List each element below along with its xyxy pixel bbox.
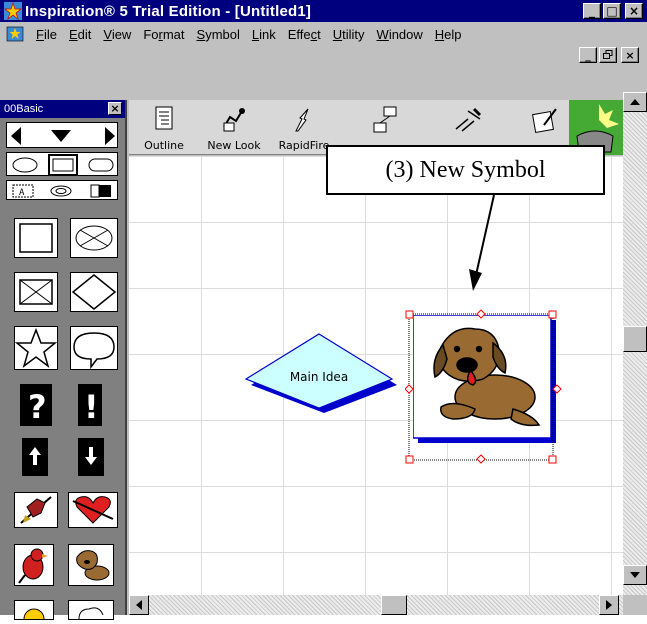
diamond-shape[interactable] [70, 272, 118, 312]
new-symbol-callout: (3) New Symbol [326, 145, 605, 195]
exclamation-symbol[interactable]: ! [78, 384, 102, 426]
doc-restore-button[interactable] [599, 47, 617, 63]
autumn-leaf-symbol[interactable] [14, 492, 58, 528]
main-idea-label[interactable]: Main Idea [262, 370, 376, 384]
close-button[interactable]: × [625, 3, 643, 19]
menu-item[interactable]: Edit [63, 27, 97, 42]
menu-item[interactable]: File [30, 27, 63, 42]
star-shape[interactable] [14, 326, 58, 370]
palette-navigation[interactable] [6, 122, 118, 148]
tool-label: Outline [144, 139, 184, 152]
horizontal-scroll-thumb[interactable] [381, 595, 407, 615]
vertical-scroll-thumb[interactable] [623, 326, 647, 352]
rapidfire-icon [295, 108, 309, 132]
callout-arrow [469, 195, 495, 291]
doc-minimize-button[interactable]: _ [579, 47, 597, 63]
speech-bubble-shape[interactable] [70, 326, 118, 370]
menu-item[interactable]: Effect [282, 27, 327, 42]
scroll-left-button[interactable] [129, 595, 149, 615]
menu-item[interactable]: Format [137, 27, 190, 42]
outline-button[interactable]: Outline [129, 100, 199, 155]
question-symbol[interactable]: ? [20, 384, 52, 426]
palette-title: 00Basic [4, 103, 44, 115]
horizontal-scrollbar[interactable] [129, 595, 623, 615]
heart-symbol[interactable] [68, 492, 118, 528]
app-window: Inspiration® 5 Trial Edition - [Untitled… [0, 0, 647, 624]
menu-bar: File Edit View Format Symbol Link Effect Utilit… [0, 22, 647, 46]
palette-shapes-row[interactable] [6, 152, 118, 176]
svg-text:!: ! [84, 388, 99, 425]
down-arrow-symbol[interactable] [78, 438, 104, 476]
palette-small-shapes[interactable]: A [6, 180, 118, 200]
tool-label: RapidFire [278, 139, 330, 152]
red-bird-symbol[interactable] [14, 544, 54, 586]
vertical-scrollbar[interactable] [623, 92, 647, 595]
menu-item[interactable]: Link [246, 27, 282, 42]
new-look-button[interactable]: New Look [199, 100, 269, 155]
maximize-button[interactable]: □ [603, 3, 621, 19]
svg-text:A: A [19, 188, 25, 198]
svg-text:?: ? [28, 388, 47, 425]
doc-close-button[interactable]: × [621, 47, 639, 63]
scroll-right-button[interactable] [599, 595, 619, 615]
symbol-palette: 00Basic × A ? ! [0, 100, 127, 624]
tool-label: New Look [207, 139, 261, 152]
outline-icon [155, 106, 173, 130]
window-title: Inspiration® 5 Trial Edition - [Untitled… [25, 2, 312, 20]
title-bar: Inspiration® 5 Trial Edition - [Untitled… [0, 0, 647, 22]
up-arrow-symbol[interactable] [22, 438, 48, 476]
crossed-rectangle-shape[interactable] [14, 272, 58, 312]
create-icon [373, 106, 397, 133]
document-icon[interactable] [6, 26, 24, 42]
palette-title-bar: 00Basic × [0, 100, 125, 118]
selection-handles[interactable] [405, 309, 565, 469]
menu-item[interactable]: Help [429, 27, 468, 42]
palette-close-button[interactable]: × [108, 102, 122, 115]
scroll-up-button[interactable] [623, 92, 647, 112]
new-look-icon [223, 108, 245, 132]
dog-palette-symbol[interactable] [68, 544, 114, 586]
rectangle-shape[interactable] [14, 218, 58, 258]
scroll-down-button[interactable] [623, 565, 647, 585]
menu-item[interactable]: View [97, 27, 137, 42]
sun-symbol[interactable] [14, 600, 54, 624]
cloud-symbol[interactable] [68, 600, 114, 620]
menu-item[interactable]: Utility [327, 27, 371, 42]
menu-item[interactable]: Window [371, 27, 429, 42]
note-icon [531, 108, 557, 134]
menu-item[interactable]: Symbol [191, 27, 246, 42]
crossed-oval-shape[interactable] [70, 218, 118, 258]
link-icon [455, 107, 482, 132]
minimize-button[interactable]: _ [583, 3, 601, 19]
inspiration-logo-icon [4, 1, 22, 21]
